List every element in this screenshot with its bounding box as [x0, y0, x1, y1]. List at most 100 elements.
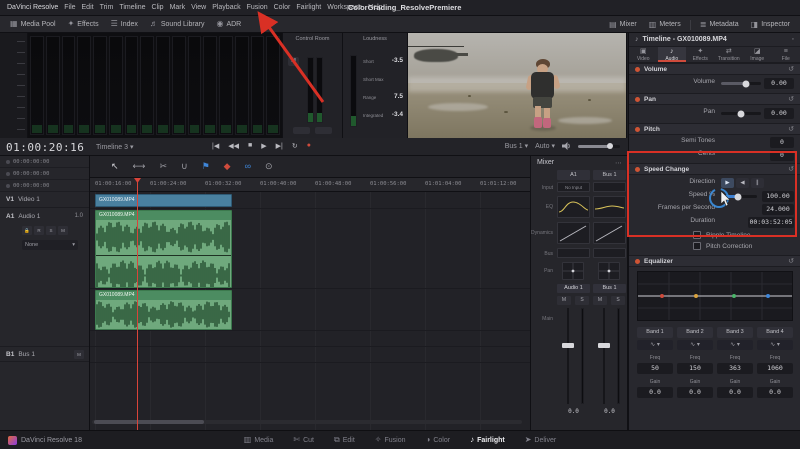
cents-value[interactable]: 0: [770, 150, 794, 161]
fps-value[interactable]: 24.000: [762, 204, 794, 215]
volume-automation-line[interactable]: [96, 255, 231, 256]
adr-button[interactable]: ◉ ADR: [210, 16, 247, 32]
section-equalizer[interactable]: Equalizer ↺: [629, 255, 800, 267]
index-button[interactable]: ☰ Index: [105, 16, 144, 32]
direction-reverse-button[interactable]: ◀: [736, 178, 749, 188]
tab-file[interactable]: ≡ File: [772, 47, 800, 62]
menu-fusion[interactable]: Fusion: [244, 0, 271, 16]
automation-selector[interactable]: Auto ▾: [535, 142, 555, 150]
dynamics-slot-bus1[interactable]: [593, 222, 626, 244]
menu-view[interactable]: View: [188, 0, 209, 16]
equalizer-graph[interactable]: [637, 271, 793, 321]
timeline-selector[interactable]: Timeline 3 ▾: [96, 143, 134, 151]
reset-icon[interactable]: ↺: [788, 96, 794, 103]
timeline-tracks[interactable]: GX010089.MP4 GX010089.MP4 GX010089.MP4: [90, 192, 530, 430]
section-enabled-dot[interactable]: [635, 166, 640, 172]
go-to-start-button[interactable]: |◀: [210, 142, 221, 150]
band-3-shape-dropdown[interactable]: ∿ ▾: [717, 340, 753, 350]
band-2-freq-value[interactable]: 150: [677, 363, 713, 374]
page-edit[interactable]: ⧉ Edit: [334, 436, 355, 444]
reset-icon[interactable]: ↺: [788, 258, 794, 265]
band-1-gain-value[interactable]: 0.0: [637, 387, 673, 398]
section-enabled-dot[interactable]: [635, 96, 640, 102]
loop-button[interactable]: ↻: [290, 142, 300, 150]
band-3-button[interactable]: Band 3: [717, 327, 753, 338]
fader-bus1[interactable]: [593, 308, 626, 404]
page-cut[interactable]: ✄ Cut: [293, 436, 314, 444]
monitor-volume-slider[interactable]: [578, 143, 620, 149]
input-slot-a1[interactable]: No Input: [557, 182, 590, 192]
direction-forward-button[interactable]: ▶: [721, 178, 734, 188]
speaker-icon[interactable]: [562, 142, 571, 150]
band-1-shape-dropdown[interactable]: ∿ ▾: [637, 340, 673, 350]
inspector-button[interactable]: ◨ Inspector: [745, 16, 796, 33]
track-solo-button[interactable]: S: [46, 226, 56, 235]
audio-clip-2[interactable]: GX010089.MP4: [95, 290, 232, 330]
band-2-shape-dropdown[interactable]: ∿ ▾: [677, 340, 713, 350]
menu-file[interactable]: File: [61, 0, 78, 16]
pan-control-bus1[interactable]: [598, 262, 620, 280]
solo-button-a1[interactable]: S: [575, 296, 589, 305]
monitor-mute-button[interactable]: M: [288, 57, 299, 66]
semi-tones-value[interactable]: 0: [770, 137, 794, 148]
tab-effects[interactable]: ✦ Effects: [686, 47, 715, 62]
section-enabled-dot[interactable]: [635, 66, 640, 72]
metadata-button[interactable]: ≣ Metadata: [694, 16, 745, 33]
rewind-button[interactable]: ◀◀: [226, 142, 241, 150]
media-pool-button[interactable]: ▦ Media Pool: [4, 16, 62, 32]
control-room-dim-button[interactable]: [293, 127, 310, 134]
pan-control-a1[interactable]: [562, 262, 584, 280]
fast-forward-button[interactable]: ▶|: [274, 142, 285, 150]
page-deliver[interactable]: ➤ Deliver: [525, 436, 557, 444]
bus-sends-slot-a1[interactable]: [557, 248, 590, 258]
range-tool-icon[interactable]: ⟷: [130, 161, 149, 172]
track-header-audio1[interactable]: A1 Audio 1 1.0: [0, 208, 89, 224]
band-3-freq-value[interactable]: 363: [717, 363, 753, 374]
bus-mute-button[interactable]: M: [74, 349, 84, 359]
volume-slider[interactable]: [721, 80, 761, 87]
band-2-gain-value[interactable]: 0.0: [677, 387, 713, 398]
pan-value[interactable]: 0.00: [764, 108, 794, 119]
section-pan[interactable]: Pan ↺: [629, 93, 800, 105]
track-header-bus1[interactable]: B1 Bus 1 M: [0, 346, 89, 362]
zoom-tool-icon[interactable]: ⊙: [262, 161, 276, 172]
mixer-strip-bus1-header[interactable]: Bus 1: [593, 170, 626, 180]
section-enabled-dot[interactable]: [635, 126, 640, 132]
eq-slot-a1[interactable]: [557, 196, 590, 218]
track-mute-button[interactable]: M: [58, 226, 68, 235]
section-enabled-dot[interactable]: [635, 258, 640, 264]
bus-selector[interactable]: Bus 1 ▾: [505, 142, 528, 150]
menu-color[interactable]: Color: [271, 0, 294, 16]
timeline-horizontal-scrollbar[interactable]: [92, 420, 522, 424]
mixer-options-icon[interactable]: ⋯: [615, 159, 622, 167]
menu-app[interactable]: DaVinci Resolve: [4, 0, 61, 16]
solo-button-bus1[interactable]: S: [611, 296, 625, 305]
menu-fairlight[interactable]: Fairlight: [293, 0, 324, 16]
section-pitch[interactable]: Pitch ↺: [629, 123, 800, 135]
band-2-button[interactable]: Band 2: [677, 327, 713, 338]
band-1-freq-value[interactable]: 50: [637, 363, 673, 374]
control-room-mute-button[interactable]: [315, 127, 332, 134]
tab-audio[interactable]: ♪ Audio: [657, 47, 686, 62]
eq-slot-bus1[interactable]: [593, 196, 626, 218]
timeline-ruler[interactable]: 01:00:16:00 01:00:24:00 01:00:32:00 01:0…: [90, 178, 530, 192]
band-4-shape-dropdown[interactable]: ∿ ▾: [757, 340, 793, 350]
menu-playback[interactable]: Playback: [209, 0, 243, 16]
mute-button-a1[interactable]: M: [557, 296, 571, 305]
page-color[interactable]: ◑ Color: [426, 436, 451, 444]
menu-trim[interactable]: Trim: [97, 0, 117, 16]
reset-icon[interactable]: ↺: [788, 126, 794, 133]
speed-value[interactable]: 100.00: [762, 191, 794, 202]
link-icon[interactable]: ∞: [242, 161, 254, 172]
audio-clip-1[interactable]: GX010089.MP4: [95, 210, 232, 288]
mute-button-bus1[interactable]: M: [593, 296, 607, 305]
page-media[interactable]: ▥ Media: [244, 436, 274, 444]
mixer-strip-a1-header[interactable]: A1: [557, 170, 590, 180]
direction-freeze-button[interactable]: ∥: [751, 178, 764, 188]
meters-toggle-button[interactable]: ▥ Meters: [643, 16, 687, 33]
page-fusion[interactable]: ✧ Fusion: [375, 436, 406, 444]
input-slot-bus1[interactable]: [593, 182, 626, 192]
menu-mark[interactable]: Mark: [167, 0, 189, 16]
menu-timeline[interactable]: Timeline: [116, 0, 148, 16]
razor-tool-icon[interactable]: ✂: [156, 161, 170, 172]
